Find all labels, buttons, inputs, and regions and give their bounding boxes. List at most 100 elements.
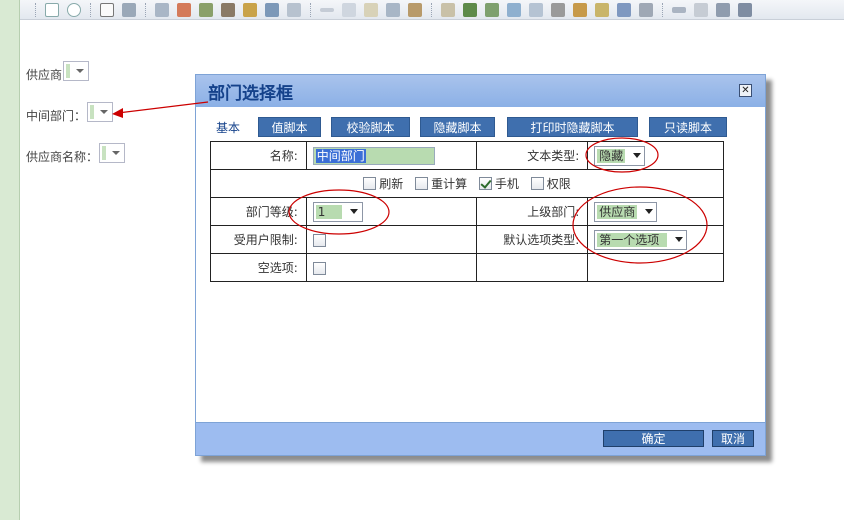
- option-permission[interactable]: 权限: [530, 175, 571, 192]
- calendar-tool-icon[interactable]: [177, 2, 191, 17]
- form-row-options: 刷新 重计算 手机 权限: [210, 169, 724, 198]
- supplier-name-select[interactable]: [99, 143, 125, 163]
- parent-dept-select[interactable]: 供应商: [594, 201, 658, 222]
- dialog-title-bar[interactable]: 部门选择框 ✕: [196, 75, 765, 107]
- code-tool-icon[interactable]: [386, 2, 400, 17]
- recalculate-label: 重计算: [431, 176, 468, 191]
- text-type-label: 文本类型:: [475, 141, 589, 170]
- editor-toolbar: [20, 0, 844, 20]
- table-tool-icon[interactable]: [529, 2, 543, 17]
- chevron-down-icon: [112, 151, 120, 155]
- textfield-tool-icon[interactable]: [100, 2, 114, 17]
- default-option-type-cell: 第一个选项: [587, 225, 724, 254]
- chevron-down-icon: [645, 209, 654, 214]
- name-cell: 中间部门: [305, 141, 477, 170]
- parent-dept-cell: 供应商: [587, 197, 724, 226]
- name-label: 名称:: [210, 141, 307, 170]
- shapes-tool-icon[interactable]: [463, 2, 477, 17]
- paste-tool-icon[interactable]: [364, 2, 378, 17]
- parent-dept-value: 供应商: [597, 204, 638, 219]
- chevron-down-icon: [100, 110, 108, 114]
- user-limit-label: 受用户限制:: [210, 225, 307, 254]
- attach-tool-icon[interactable]: [639, 2, 653, 17]
- radio-tool-icon[interactable]: [67, 2, 81, 17]
- option-recalculate[interactable]: 重计算: [415, 175, 467, 192]
- left-strip: [0, 0, 20, 520]
- word-tool-icon[interactable]: [617, 2, 631, 17]
- users-tool-icon[interactable]: [199, 2, 213, 17]
- supplier-select[interactable]: [63, 61, 89, 81]
- tab-print-hide-script[interactable]: 打印时隐藏脚本: [507, 117, 638, 137]
- user-limit-cell: [305, 225, 477, 254]
- permission-checkbox[interactable]: [530, 176, 544, 190]
- empty-option-cell: [305, 253, 477, 282]
- excel-tool-icon[interactable]: [595, 2, 609, 17]
- checkbox-tool-icon[interactable]: [45, 2, 59, 17]
- box-tool-icon[interactable]: [551, 2, 565, 17]
- middle-dept-label: 中间部门：: [26, 109, 87, 123]
- ok-button[interactable]: 确定: [603, 430, 704, 447]
- tag-tool-icon[interactable]: [243, 2, 257, 17]
- dept-select-dialog: 部门选择框 ✕ 基本 值脚本 校验脚本 隐藏脚本 打印时隐藏脚本 只读脚本 名称…: [195, 74, 766, 456]
- tab-readonly-script[interactable]: 只读脚本: [649, 117, 727, 137]
- pencil-tool-icon[interactable]: [441, 2, 455, 17]
- name-input[interactable]: 中间部门: [312, 146, 435, 165]
- dialog-footer: 确定 取消: [196, 422, 765, 455]
- user-limit-checkbox[interactable]: [312, 233, 326, 247]
- unlink-tool-icon[interactable]: [694, 2, 708, 17]
- toolbar-separator: [35, 2, 36, 17]
- recalculate-checkbox[interactable]: [415, 176, 429, 190]
- toolbar-separator: [662, 2, 663, 17]
- default-option-type-select[interactable]: 第一个选项: [594, 229, 688, 250]
- anchor-tool-icon[interactable]: [716, 2, 730, 17]
- image-tool-icon[interactable]: [485, 2, 499, 17]
- font-tool-icon[interactable]: [738, 2, 752, 17]
- select-value-fill: [66, 64, 70, 78]
- close-icon[interactable]: ✕: [739, 84, 752, 97]
- line-tool-icon[interactable]: [320, 7, 334, 12]
- text-type-select[interactable]: 隐藏: [594, 145, 646, 166]
- parent-dept-label: 上级部门:: [475, 197, 589, 226]
- empty-option-checkbox[interactable]: [312, 261, 326, 275]
- toolbar-separator: [431, 2, 432, 17]
- empty-cell: [475, 253, 589, 282]
- dept-level-select[interactable]: 1: [312, 201, 363, 222]
- grid-tool-icon[interactable]: [122, 2, 136, 17]
- option-refresh[interactable]: 刷新: [363, 175, 403, 192]
- select-value-fill: [90, 105, 94, 119]
- form-row-empty-option: 空选项:: [210, 253, 724, 282]
- search-tool-icon[interactable]: [408, 2, 422, 17]
- mobile-label: 手机: [494, 176, 519, 191]
- copy-tool-icon[interactable]: [342, 2, 356, 17]
- annotation-arrowhead: [112, 108, 123, 118]
- dept-level-label: 部门等级:: [210, 197, 307, 226]
- tab-bar: 基本 值脚本 校验脚本 隐藏脚本 打印时隐藏脚本 只读脚本: [196, 117, 765, 139]
- list-tool-icon[interactable]: [155, 2, 169, 17]
- toolbar-separator: [310, 2, 311, 17]
- tab-hide-script[interactable]: 隐藏脚本: [420, 117, 495, 137]
- picture-tool-icon[interactable]: [507, 2, 521, 17]
- form-row-name: 名称: 中间部门 文本类型: 隐藏: [210, 141, 724, 170]
- tree-tool-icon[interactable]: [265, 2, 279, 17]
- tab-value-script[interactable]: 值脚本: [258, 117, 321, 137]
- link-tool-icon[interactable]: [672, 6, 686, 13]
- permission-label: 权限: [546, 176, 571, 191]
- tab-basic[interactable]: 基本: [209, 117, 247, 137]
- chevron-down-icon: [633, 153, 642, 158]
- supplier-label: 供应商: [26, 68, 63, 82]
- property-form: 名称: 中间部门 文本类型: 隐藏 刷新 重计算 手机 权限 部门等级: 1 上…: [210, 141, 724, 282]
- cancel-button[interactable]: 取消: [712, 430, 754, 447]
- building-tool-icon[interactable]: [221, 2, 235, 17]
- dept-level-cell: 1: [305, 197, 477, 226]
- form-row-level: 部门等级: 1 上级部门: 供应商: [210, 197, 724, 226]
- refresh-checkbox[interactable]: [363, 176, 377, 190]
- default-option-type-label: 默认选项类型:: [475, 225, 589, 254]
- layout-tool-icon[interactable]: [287, 2, 301, 17]
- mobile-checkbox[interactable]: [478, 176, 492, 190]
- tab-validate-script[interactable]: 校验脚本: [331, 117, 410, 137]
- chevron-down-icon: [675, 237, 684, 242]
- chart-tool-icon[interactable]: [573, 2, 587, 17]
- chevron-down-icon: [349, 209, 358, 214]
- middle-dept-select[interactable]: [87, 102, 113, 122]
- option-mobile[interactable]: 手机: [478, 175, 519, 192]
